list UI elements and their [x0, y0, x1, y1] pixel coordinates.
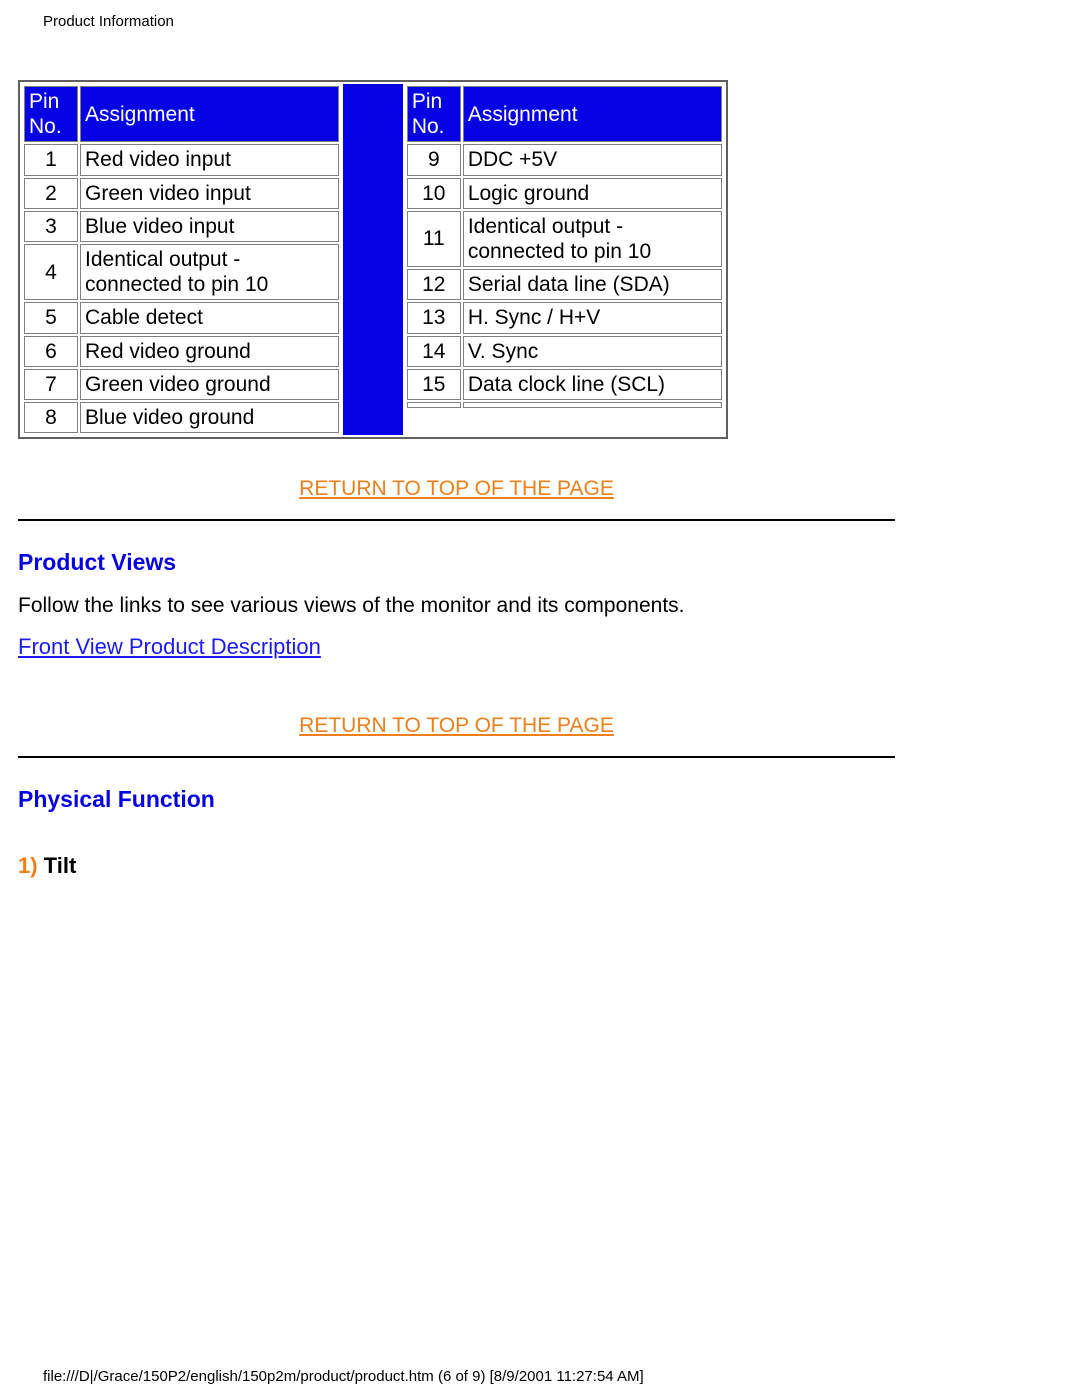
- table-row: 3Blue video input: [24, 211, 339, 242]
- item-number: 1): [18, 853, 38, 878]
- table-row: 11Identical output - connected to pin 10: [407, 211, 722, 267]
- cell-assignment: Green video ground: [80, 369, 339, 400]
- cell-assignment: Green video input: [80, 178, 339, 209]
- cell-pin: 1: [24, 144, 78, 175]
- table-row: 10Logic ground: [407, 178, 722, 209]
- return-to-top-link[interactable]: RETURN TO TOP OF THE PAGE: [18, 714, 895, 738]
- cell-assignment: Blue video ground: [80, 402, 339, 433]
- table-row: 1Red video input: [24, 144, 339, 175]
- pin-table-right: Pin No. Assignment 9DDC +5V 10Logic grou…: [405, 84, 724, 410]
- breadcrumb: Product Information: [43, 13, 174, 30]
- product-views-text: Follow the links to see various views of…: [18, 594, 895, 618]
- cell-assignment: Cable detect: [80, 302, 339, 333]
- cell-pin: 6: [24, 336, 78, 367]
- table-spacer: [343, 84, 403, 435]
- table-row: 7Green video ground: [24, 369, 339, 400]
- pin-assignment-table: Pin No. Assignment 1Red video input 2Gre…: [18, 80, 728, 439]
- cell-pin: 2: [24, 178, 78, 209]
- table-row: [407, 402, 722, 408]
- cell-pin: 12: [407, 269, 461, 300]
- cell-pin: 13: [407, 302, 461, 333]
- cell-pin: 3: [24, 211, 78, 242]
- col-header-assignment: Assignment: [80, 86, 339, 142]
- front-view-link[interactable]: Front View Product Description: [18, 634, 321, 660]
- cell-assignment: Data clock line (SCL): [463, 369, 722, 400]
- divider: [18, 756, 895, 758]
- table-row: 6Red video ground: [24, 336, 339, 367]
- table-row: 14V. Sync: [407, 336, 722, 367]
- table-row: 4Identical output - connected to pin 10: [24, 244, 339, 300]
- cell-assignment: Red video input: [80, 144, 339, 175]
- item-label: Tilt: [38, 853, 77, 878]
- cell-pin: [407, 402, 461, 408]
- cell-assignment: V. Sync: [463, 336, 722, 367]
- cell-assignment: DDC +5V: [463, 144, 722, 175]
- table-row: 12Serial data line (SDA): [407, 269, 722, 300]
- cell-pin: 14: [407, 336, 461, 367]
- table-row: 8Blue video ground: [24, 402, 339, 433]
- col-header-assignment: Assignment: [463, 86, 722, 142]
- col-header-pin: Pin No.: [407, 86, 461, 142]
- cell-pin: 10: [407, 178, 461, 209]
- cell-assignment: Serial data line (SDA): [463, 269, 722, 300]
- table-row: 15Data clock line (SCL): [407, 369, 722, 400]
- cell-pin: 4: [24, 244, 78, 300]
- cell-pin: 15: [407, 369, 461, 400]
- heading-physical-function: Physical Function: [18, 786, 895, 813]
- table-row: 5Cable detect: [24, 302, 339, 333]
- cell-assignment: Logic ground: [463, 178, 722, 209]
- cell-assignment: Identical output - connected to pin 10: [463, 211, 722, 267]
- page-footer-path: file:///D|/Grace/150P2/english/150p2m/pr…: [43, 1368, 644, 1385]
- cell-pin: 11: [407, 211, 461, 267]
- return-to-top-link[interactable]: RETURN TO TOP OF THE PAGE: [18, 477, 895, 501]
- table-row: 13H. Sync / H+V: [407, 302, 722, 333]
- heading-product-views: Product Views: [18, 549, 895, 576]
- cell-pin: 9: [407, 144, 461, 175]
- cell-assignment: H. Sync / H+V: [463, 302, 722, 333]
- col-header-pin: Pin No.: [24, 86, 78, 142]
- cell-pin: 8: [24, 402, 78, 433]
- cell-assignment: Identical output - connected to pin 10: [80, 244, 339, 300]
- cell-assignment: [463, 402, 722, 408]
- cell-pin: 7: [24, 369, 78, 400]
- table-row: 9DDC +5V: [407, 144, 722, 175]
- cell-assignment: Red video ground: [80, 336, 339, 367]
- cell-pin: 5: [24, 302, 78, 333]
- table-row: 2Green video input: [24, 178, 339, 209]
- cell-assignment: Blue video input: [80, 211, 339, 242]
- subheading-tilt: 1) Tilt: [18, 853, 895, 879]
- divider: [18, 519, 895, 521]
- pin-table-left: Pin No. Assignment 1Red video input 2Gre…: [22, 84, 341, 435]
